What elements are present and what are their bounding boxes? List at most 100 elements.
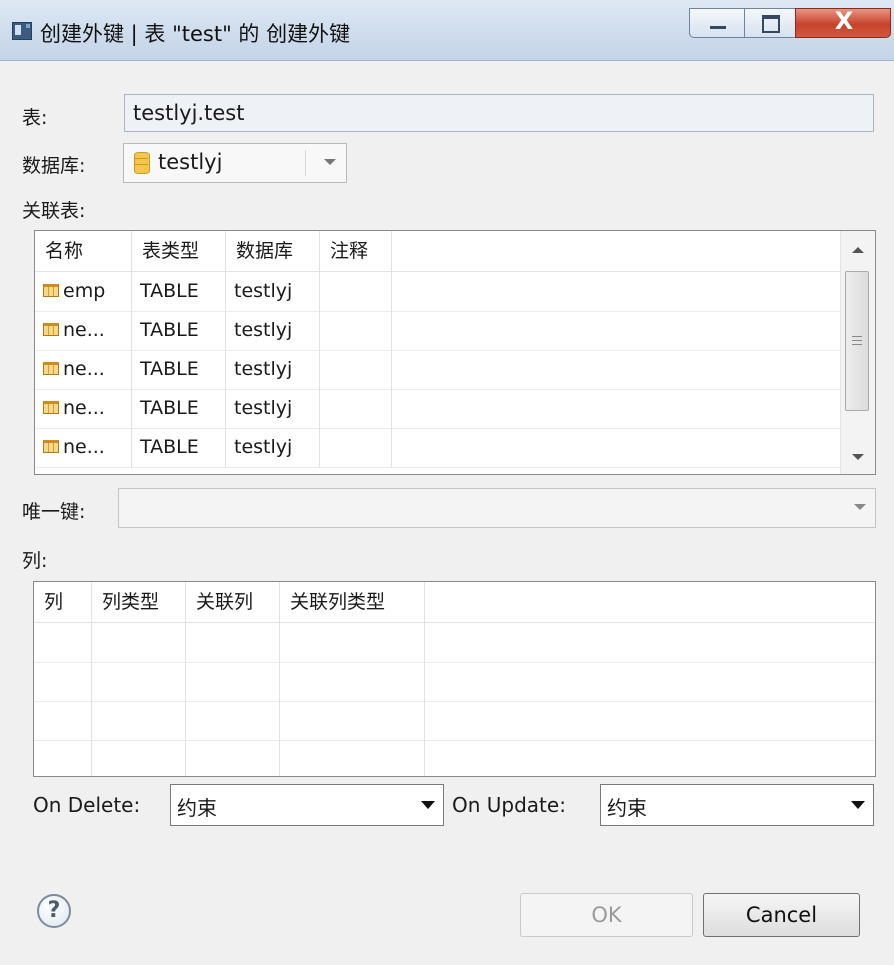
unique-key-select[interactable] bbox=[118, 488, 876, 528]
comment-cell bbox=[320, 389, 392, 428]
chevron-down-icon bbox=[851, 801, 865, 809]
ok-button[interactable]: OK bbox=[520, 893, 693, 937]
unique-key-label: 唯一键: bbox=[22, 501, 86, 523]
empty-cell bbox=[186, 662, 280, 701]
table-row[interactable]: emp TABLE testlyj bbox=[35, 272, 875, 312]
table-icon bbox=[43, 439, 59, 453]
column-header-column-type[interactable]: 列类型 bbox=[92, 582, 186, 622]
empty-table-row bbox=[34, 623, 875, 663]
on-delete-select[interactable]: 约束 bbox=[170, 784, 444, 826]
empty-table-row bbox=[34, 740, 875, 776]
related-table-header: 名称 表类型 数据库 注释 bbox=[35, 231, 875, 272]
columns-table-header: 列 列类型 关联列 关联列类型 bbox=[34, 582, 875, 623]
maximize-icon bbox=[762, 15, 780, 33]
empty-cell bbox=[34, 623, 92, 662]
table-name-cell: emp bbox=[63, 280, 106, 302]
scroll-down-icon[interactable] bbox=[852, 454, 864, 460]
vertical-scrollbar[interactable] bbox=[840, 231, 875, 474]
table-type-cell: TABLE bbox=[132, 428, 226, 467]
empty-cell bbox=[280, 662, 425, 701]
empty-cell bbox=[34, 662, 92, 701]
on-delete-label: On Delete: bbox=[33, 793, 141, 817]
database-cell: testlyj bbox=[226, 311, 320, 350]
database-cell: testlyj bbox=[226, 389, 320, 428]
empty-cell bbox=[280, 623, 425, 662]
empty-cell bbox=[92, 623, 186, 662]
database-cell: testlyj bbox=[226, 428, 320, 467]
on-delete-value: 约束 bbox=[177, 796, 217, 820]
on-update-value: 约束 bbox=[607, 796, 647, 820]
table-row[interactable]: ne... TABLE testlyj bbox=[35, 311, 875, 351]
related-table: 名称 表类型 数据库 注释 emp TABLE testlyj ne... TA… bbox=[34, 230, 876, 475]
table-row[interactable]: ne... TABLE testlyj bbox=[35, 350, 875, 390]
database-icon bbox=[134, 152, 150, 174]
table-name-cell: ne... bbox=[63, 397, 105, 419]
table-icon bbox=[43, 400, 59, 414]
table-icon bbox=[43, 322, 59, 336]
column-header-ref-column-type[interactable]: 关联列类型 bbox=[280, 582, 425, 622]
minimize-button[interactable] bbox=[689, 8, 745, 38]
table-name-cell: ne... bbox=[63, 436, 105, 458]
table-type-cell: TABLE bbox=[132, 311, 226, 350]
column-header-comment[interactable]: 注释 bbox=[320, 231, 392, 271]
minimize-icon bbox=[710, 26, 726, 29]
help-icon[interactable]: ? bbox=[37, 894, 71, 928]
database-label: 数据库: bbox=[22, 155, 86, 177]
database-select[interactable]: testlyj bbox=[123, 143, 347, 183]
empty-cell bbox=[92, 740, 186, 776]
table-field[interactable]: testlyj.test bbox=[124, 94, 874, 132]
table-name-cell: ne... bbox=[63, 319, 105, 341]
dialog-window-icon bbox=[12, 22, 32, 40]
empty-cell bbox=[92, 662, 186, 701]
empty-cell bbox=[34, 740, 92, 776]
grip-line bbox=[852, 344, 862, 345]
columns-label: 列: bbox=[22, 550, 48, 572]
comment-cell bbox=[320, 272, 392, 311]
cancel-button[interactable]: Cancel bbox=[703, 893, 860, 937]
empty-cell bbox=[280, 740, 425, 776]
scroll-up-icon[interactable] bbox=[852, 247, 864, 253]
column-header-database[interactable]: 数据库 bbox=[226, 231, 320, 271]
table-type-cell: TABLE bbox=[132, 350, 226, 389]
empty-cell bbox=[186, 701, 280, 740]
on-update-label: On Update: bbox=[452, 793, 566, 817]
comment-cell bbox=[320, 350, 392, 389]
close-button[interactable]: X bbox=[795, 7, 891, 38]
table-row[interactable]: ne... TABLE testlyj bbox=[35, 389, 875, 429]
comment-cell bbox=[320, 311, 392, 350]
related-table-label: 关联表: bbox=[22, 200, 86, 222]
column-header-name[interactable]: 名称 bbox=[35, 231, 132, 271]
table-name-cell: ne... bbox=[63, 358, 105, 380]
on-update-select[interactable]: 约束 bbox=[600, 784, 874, 826]
empty-cell bbox=[186, 740, 280, 776]
table-icon bbox=[43, 361, 59, 375]
table-label: 表: bbox=[22, 107, 48, 129]
close-icon: X bbox=[834, 7, 854, 35]
database-cell: testlyj bbox=[226, 272, 320, 311]
column-header-column[interactable]: 列 bbox=[34, 582, 92, 622]
scrollbar-thumb[interactable] bbox=[845, 271, 869, 411]
chevron-down-icon[interactable] bbox=[324, 159, 336, 165]
table-icon bbox=[43, 283, 59, 297]
empty-table-row bbox=[34, 662, 875, 702]
empty-table-row bbox=[34, 701, 875, 741]
columns-table: 列 列类型 关联列 关联列类型 bbox=[33, 581, 876, 777]
grip-line bbox=[852, 340, 862, 341]
maximize-button[interactable] bbox=[744, 8, 796, 38]
table-row[interactable]: ne... TABLE testlyj bbox=[35, 428, 875, 468]
title-bar: 创建外键 | 表 "test" 的 创建外键 X bbox=[0, 0, 894, 61]
table-type-cell: TABLE bbox=[132, 389, 226, 428]
database-cell: testlyj bbox=[226, 350, 320, 389]
table-type-cell: TABLE bbox=[132, 272, 226, 311]
combo-separator bbox=[305, 150, 306, 176]
comment-cell bbox=[320, 428, 392, 467]
column-header-ref-column[interactable]: 关联列 bbox=[186, 582, 280, 622]
empty-cell bbox=[92, 701, 186, 740]
column-header-table-type[interactable]: 表类型 bbox=[132, 231, 226, 271]
chevron-down-icon bbox=[421, 801, 435, 809]
empty-cell bbox=[186, 623, 280, 662]
empty-cell bbox=[34, 701, 92, 740]
window-title: 创建外键 | 表 "test" 的 创建外键 bbox=[40, 22, 351, 46]
empty-cell bbox=[280, 701, 425, 740]
database-select-value: testlyj bbox=[158, 150, 223, 174]
